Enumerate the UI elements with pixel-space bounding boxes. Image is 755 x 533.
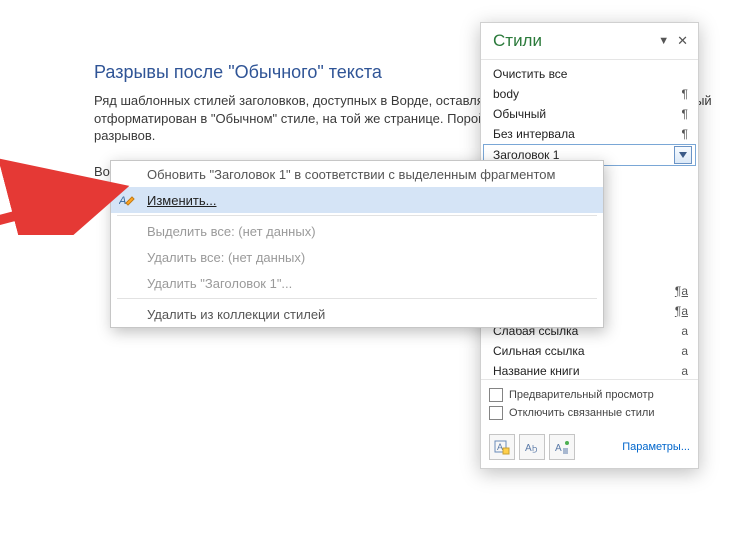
ctx-select-all[interactable]: Выделить все: (нет данных) — [111, 218, 603, 244]
preview-checkbox-label: Предварительный просмотр — [509, 389, 654, 401]
style-marker: ¶ — [682, 87, 688, 101]
style-row[interactable]: Обычный ¶ — [483, 104, 696, 124]
style-label: Очистить все — [493, 67, 567, 81]
ctx-label: Удалить все: (нет данных) — [147, 250, 305, 265]
style-row[interactable]: Название книги a — [483, 361, 696, 379]
svg-text:A: A — [497, 442, 503, 452]
checkbox-icon — [489, 388, 503, 402]
style-marker: a — [681, 364, 688, 378]
checkbox-icon — [489, 406, 503, 420]
ctx-label: Удалить "Заголовок 1"... — [147, 276, 292, 291]
svg-text:Ϧ: Ϧ — [532, 444, 537, 453]
svg-text:A: A — [555, 443, 562, 454]
new-style-button[interactable]: A — [489, 434, 515, 460]
down-arrow-icon[interactable]: ▼ — [658, 35, 669, 47]
style-row[interactable]: Очистить все — [483, 64, 696, 84]
disable-linked-checkbox[interactable]: Отключить связанные стили — [489, 404, 690, 422]
separator — [117, 215, 597, 216]
style-marker: ¶ — [682, 127, 688, 141]
svg-text:A: A — [525, 443, 532, 454]
separator — [117, 298, 597, 299]
style-row[interactable]: Без интервала ¶ — [483, 124, 696, 144]
ctx-label: Удалить из коллекции стилей — [147, 307, 325, 322]
ctx-modify[interactable]: A Изменить... — [111, 187, 603, 213]
ctx-label: Обновить "Заголовок 1" в соответствии с … — [147, 167, 555, 182]
style-label: Название книги — [493, 364, 580, 378]
pane-title: Стили — [493, 31, 542, 51]
ctx-update[interactable]: Обновить "Заголовок 1" в соответствии с … — [111, 161, 603, 187]
manage-styles-button[interactable]: A — [549, 434, 575, 460]
ctx-label: Изменить... — [147, 193, 216, 208]
disable-linked-checkbox-label: Отключить связанные стили — [509, 407, 654, 419]
style-label: Сильная ссылка — [493, 344, 585, 358]
style-context-menu: Обновить "Заголовок 1" в соответствии с … — [110, 160, 604, 328]
dropdown-arrow-icon[interactable] — [674, 146, 692, 164]
style-inspector-button[interactable]: A Ϧ — [519, 434, 545, 460]
style-marker: a — [681, 344, 688, 358]
options-link[interactable]: Параметры... — [622, 441, 690, 453]
ctx-delete-all[interactable]: Удалить все: (нет данных) — [111, 244, 603, 270]
style-marker: ¶ — [682, 107, 688, 121]
style-row[interactable]: body ¶ — [483, 84, 696, 104]
style-label: Без интервала — [493, 127, 575, 141]
ctx-remove-gallery[interactable]: Удалить из коллекции стилей — [111, 301, 603, 327]
modify-icon: A — [119, 191, 137, 209]
close-icon[interactable]: ✕ — [677, 33, 688, 49]
ctx-delete-style[interactable]: Удалить "Заголовок 1"... — [111, 270, 603, 296]
preview-checkbox[interactable]: Предварительный просмотр — [489, 386, 690, 404]
svg-text:A: A — [119, 195, 126, 207]
style-label: Обычный — [493, 107, 546, 121]
style-row[interactable]: Сильная ссылка a — [483, 341, 696, 361]
style-marker: ¶a — [675, 284, 688, 298]
style-marker: a — [681, 324, 688, 338]
style-marker: ¶a — [675, 304, 688, 318]
ctx-label: Выделить все: (нет данных) — [147, 224, 316, 239]
style-label: body — [493, 87, 519, 101]
